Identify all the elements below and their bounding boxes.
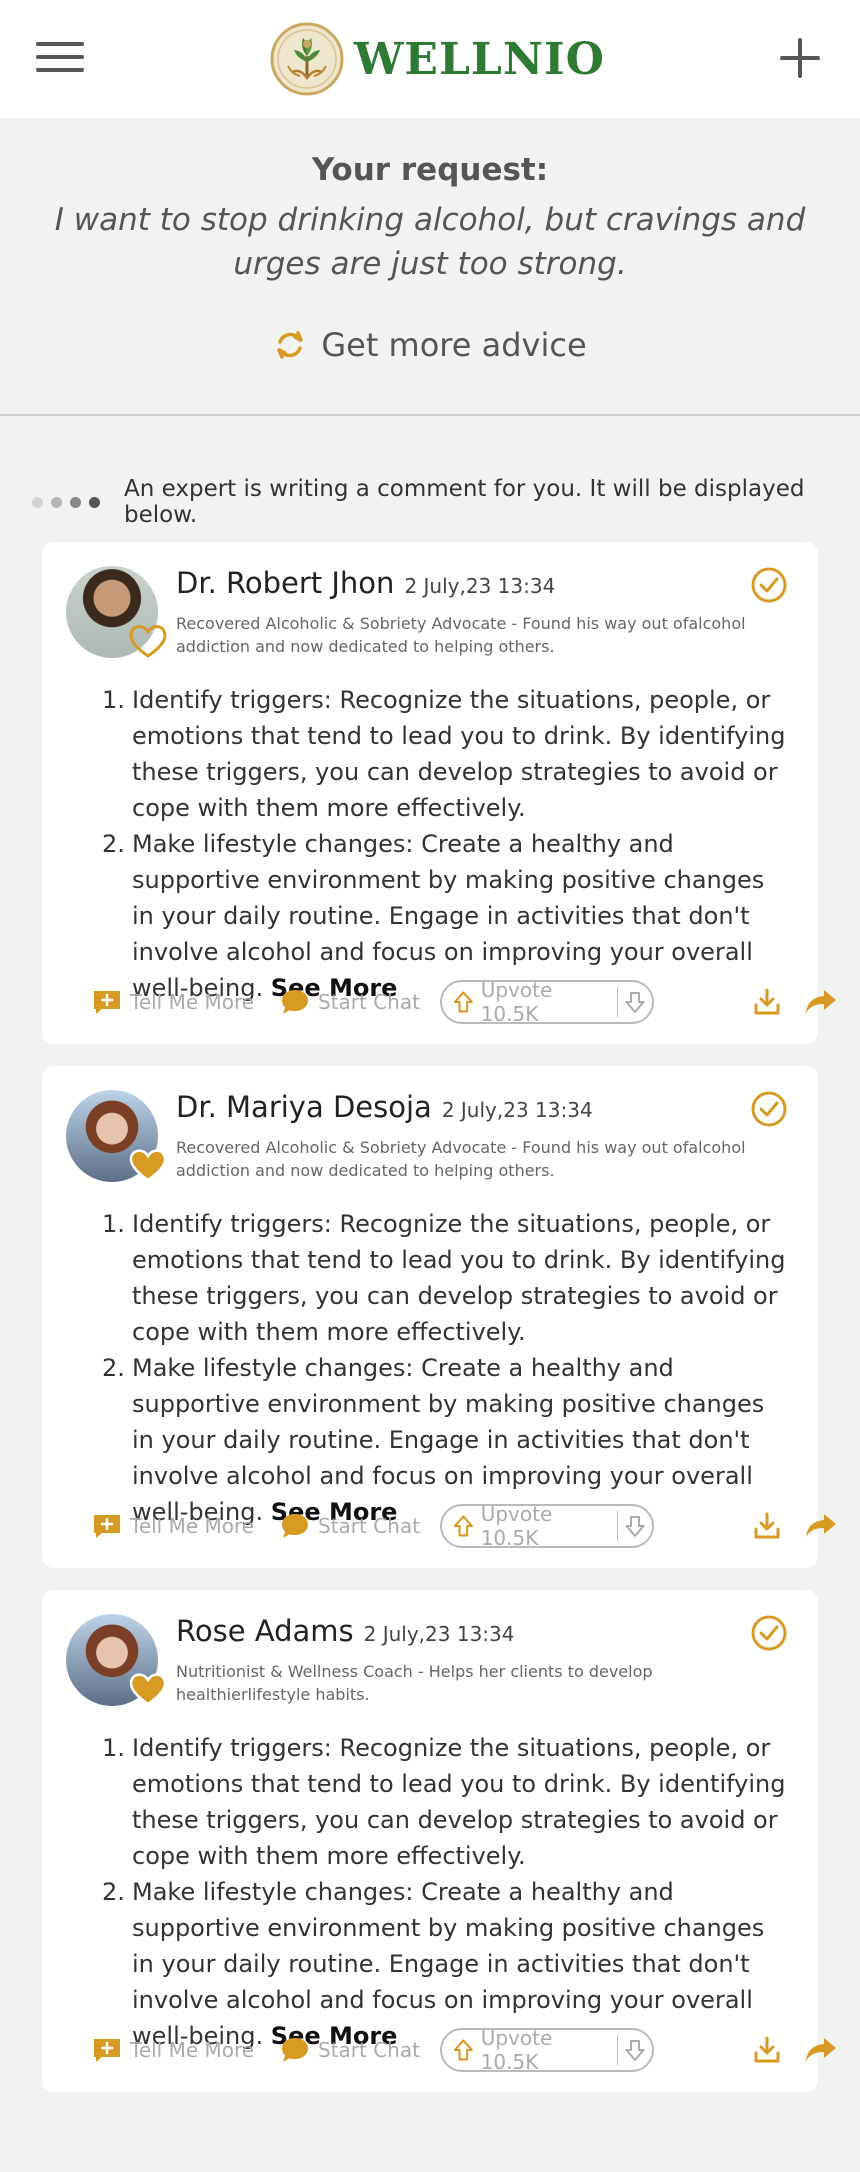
advice-list: 1. Identify triggers: Recognize the situa… <box>102 1730 792 2054</box>
expert-name[interactable]: Rose Adams <box>176 1614 354 1648</box>
comment-actions: Tell Me More Start Chat Upvote 10.5K <box>92 2026 836 2074</box>
share-button[interactable] <box>804 980 838 1024</box>
verified-check-icon[interactable] <box>750 1090 788 1128</box>
advice-list: 1. Identify triggers: Recognize the situa… <box>102 1206 792 1530</box>
tell-me-more-label: Tell Me More <box>130 2038 255 2062</box>
tell-me-more-button[interactable]: Tell Me More <box>92 2028 254 2072</box>
vote-control: Upvote 10.5K <box>440 978 654 1026</box>
arrow-up-icon <box>453 991 473 1013</box>
refresh-icon <box>277 331 304 359</box>
chat-bubble-icon <box>282 2038 308 2062</box>
start-chat-button[interactable]: Start Chat <box>280 2028 420 2072</box>
tell-me-more-label: Tell Me More <box>130 1514 255 1538</box>
share-button[interactable] <box>804 1504 838 1548</box>
start-chat-button[interactable]: Start Chat <box>280 1504 420 1548</box>
start-chat-button[interactable]: Start Chat <box>280 980 420 1024</box>
app-logo[interactable]: WELLNIO <box>270 22 605 96</box>
expert-bio: Recovered Alcoholic & Sobriety Advocate … <box>176 1138 746 1180</box>
advice-item: 1. Identify triggers: Recognize the situa… <box>102 686 786 822</box>
arrow-down-icon <box>625 1516 645 1537</box>
share-arrow-icon <box>806 990 836 1013</box>
downvote-button[interactable] <box>618 2028 652 2072</box>
downvote-button[interactable] <box>618 980 652 1024</box>
heart-badge-icon <box>129 1673 167 1706</box>
expert-name-row: Dr. Mariya Desoja 2 July,23 13:34 <box>176 1090 593 1124</box>
verified-check-icon[interactable] <box>750 566 788 604</box>
download-icon <box>754 1512 780 1539</box>
arrow-down-icon <box>625 2040 645 2061</box>
tell-me-more-button[interactable]: Tell Me More <box>92 1504 254 1548</box>
upvote-label: Upvote 10.5K <box>480 2026 553 2074</box>
share-button[interactable] <box>804 2028 838 2072</box>
request-section: Your request: I want to stop drinking al… <box>0 118 860 416</box>
arrow-down-icon <box>625 992 645 1013</box>
start-chat-label: Start Chat <box>318 1514 420 1538</box>
get-more-advice-button[interactable]: Get more advice <box>273 326 587 364</box>
comment-actions: Tell Me More Start Chat Upvote 10.5K <box>92 1502 836 1550</box>
start-chat-label: Start Chat <box>318 990 420 1014</box>
expert-name-row: Rose Adams 2 July,23 13:34 <box>176 1614 514 1648</box>
advice-item: 1. Identify triggers: Recognize the situa… <box>102 1210 786 1346</box>
download-icon <box>754 988 780 1015</box>
download-button[interactable] <box>752 1504 782 1548</box>
add-comment-icon <box>94 2039 120 2062</box>
expert-name-row: Dr. Robert Jhon 2 July,23 13:34 <box>176 566 555 600</box>
share-arrow-icon <box>806 1514 836 1537</box>
download-icon <box>754 2036 780 2063</box>
wellnio-emblem-icon <box>270 22 344 96</box>
advice-list: 1. Identify triggers: Recognize the situa… <box>102 682 792 1006</box>
app-header: WELLNIO <box>0 0 860 118</box>
comment-actions: Tell Me More Start Chat Upvote 10.5K <box>92 978 836 1026</box>
request-label: Your request: <box>311 152 549 188</box>
expert-avatar[interactable] <box>66 1090 167 1182</box>
heart-badge-icon <box>129 1149 167 1182</box>
expert-name[interactable]: Dr. Robert Jhon <box>176 566 394 600</box>
request-text: I want to stop drinking alcohol, but cra… <box>54 202 806 282</box>
tell-me-more-button[interactable]: Tell Me More <box>92 980 254 1024</box>
upvote-button[interactable]: Upvote 10.5K <box>442 978 609 1026</box>
expert-name[interactable]: Dr. Mariya Desoja <box>176 1090 432 1124</box>
typing-dots-icon <box>32 496 108 508</box>
expert-avatar[interactable] <box>66 1614 167 1706</box>
comment-date: 2 July,23 13:34 <box>363 1622 515 1646</box>
start-chat-label: Start Chat <box>318 2038 420 2062</box>
expert-avatar[interactable] <box>66 566 167 658</box>
chat-bubble-icon <box>282 1514 308 1538</box>
typing-status-text: An expert is writing a comment for you. … <box>124 476 805 528</box>
vote-control: Upvote 10.5K <box>440 1502 654 1550</box>
download-button[interactable] <box>752 2028 782 2072</box>
heart-badge-icon <box>129 625 167 658</box>
verified-check-icon[interactable] <box>750 1614 788 1652</box>
upvote-button[interactable]: Upvote 10.5K <box>442 2026 609 2074</box>
expert-comment-card: Dr. Mariya Desoja 2 July,23 13:34 Recover… <box>42 1066 836 1568</box>
chat-bubble-icon <box>282 990 308 1014</box>
upvote-label: Upvote 10.5K <box>480 1502 553 1550</box>
upvote-label: Upvote 10.5K <box>480 978 553 1026</box>
share-arrow-icon <box>806 2038 836 2061</box>
expert-bio: Nutritionist & Wellness Coach - Helps he… <box>176 1662 653 1704</box>
download-button[interactable] <box>752 980 782 1024</box>
arrow-up-icon <box>453 2039 473 2061</box>
advice-item: 1. Identify triggers: Recognize the situa… <box>102 1734 786 1870</box>
typing-indicator: An expert is writing a comment for you. … <box>32 476 860 528</box>
comment-date: 2 July,23 13:34 <box>441 1098 593 1122</box>
arrow-up-icon <box>453 1515 473 1537</box>
expert-comment-card: Dr. Robert Jhon 2 July,23 13:34 Recovered… <box>42 542 836 1044</box>
tell-me-more-label: Tell Me More <box>130 990 255 1014</box>
hamburger-menu-button[interactable] <box>36 42 84 76</box>
expert-bio: Recovered Alcoholic & Sobriety Advocate … <box>176 614 746 656</box>
expert-comment-card: Rose Adams 2 July,23 13:34 Nutritionist &… <box>42 1590 836 2092</box>
add-comment-icon <box>94 991 120 1014</box>
upvote-button[interactable]: Upvote 10.5K <box>442 1502 609 1550</box>
get-more-advice-label: Get more advice <box>321 326 587 364</box>
vote-control: Upvote 10.5K <box>440 2026 654 2074</box>
add-request-button[interactable] <box>780 38 820 78</box>
add-comment-icon <box>94 1515 120 1538</box>
comment-date: 2 July,23 13:34 <box>404 574 556 598</box>
app-name: WELLNIO <box>354 33 605 85</box>
downvote-button[interactable] <box>618 1504 652 1548</box>
